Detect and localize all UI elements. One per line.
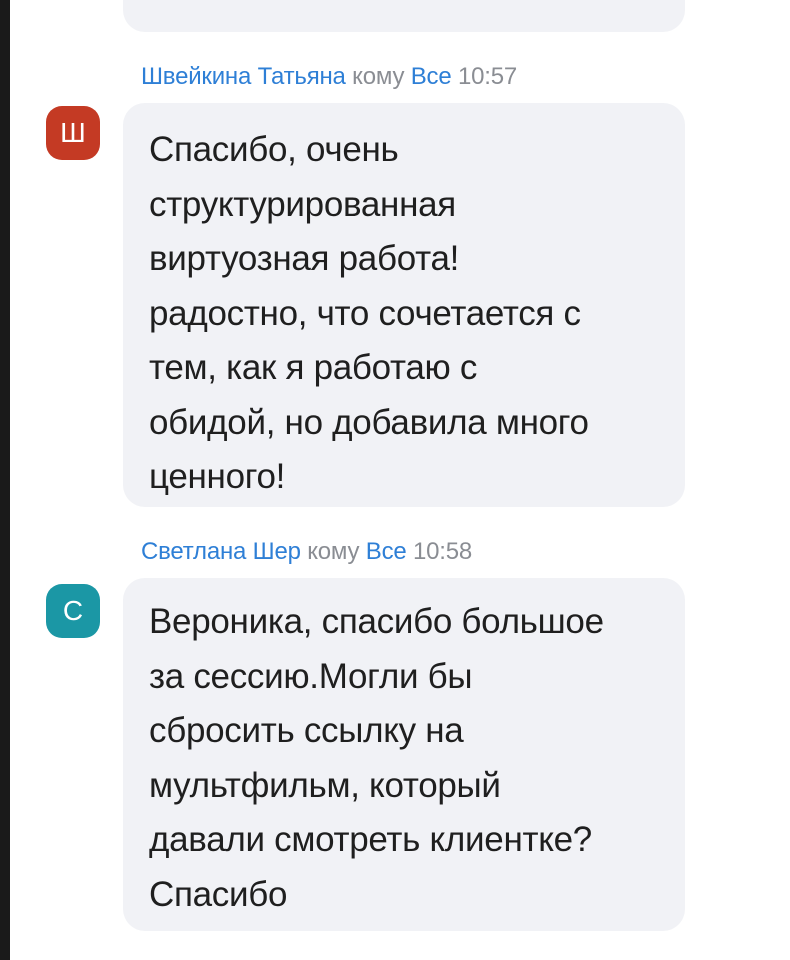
avatar: С: [46, 584, 100, 638]
message-header: Светлана Шер кому Все 10:58: [141, 537, 472, 567]
chat-message-list[interactable]: Швейкина Татьяна кому Все 10:57 Ш Спасиб…: [10, 0, 790, 960]
message-bubble: Вероника, спасибо большое за сессию.Могл…: [123, 578, 685, 931]
avatar: Ш: [46, 106, 100, 160]
message-bubble: Спасибо, очень структурированная виртуоз…: [123, 103, 685, 507]
message-time: 10:57: [457, 63, 518, 90]
previous-message-bubble: [123, 0, 685, 32]
message-time: 10:58: [413, 538, 473, 565]
to-word: кому: [307, 538, 360, 565]
recipient-name[interactable]: Все: [411, 63, 452, 90]
sender-name[interactable]: Светлана Шер: [141, 538, 301, 565]
sender-name[interactable]: Швейкина Татьяна: [141, 63, 346, 90]
window-left-border: [0, 0, 10, 960]
to-word: кому: [352, 63, 405, 90]
recipient-name[interactable]: Все: [366, 538, 407, 565]
message-header: Швейкина Татьяна кому Все 10:57: [141, 62, 517, 92]
